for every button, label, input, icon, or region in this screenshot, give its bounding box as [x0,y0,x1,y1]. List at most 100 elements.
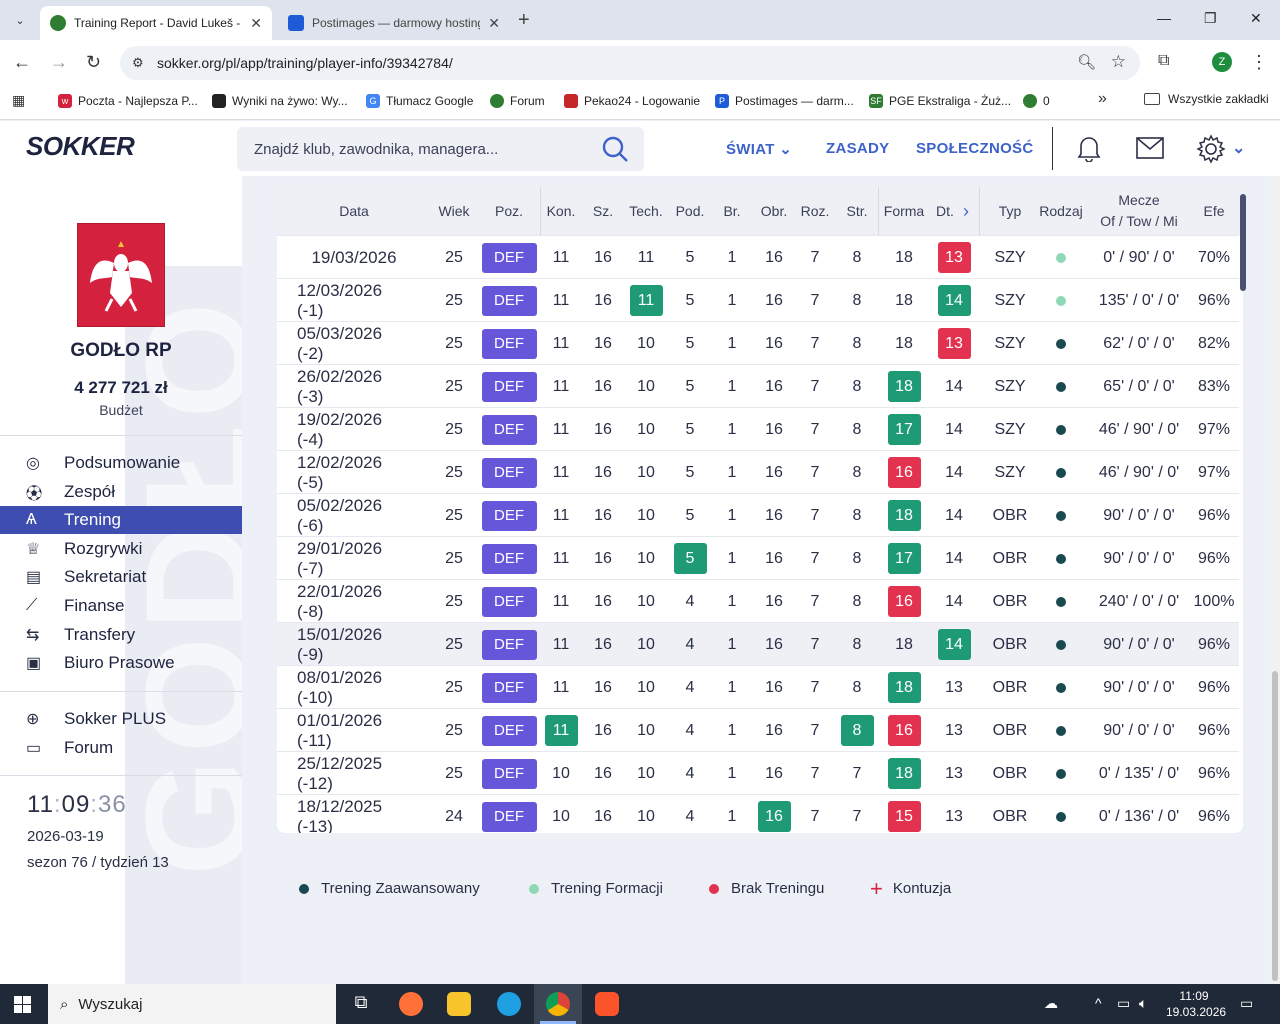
nav-spolecznosc[interactable]: SPOŁECZNOŚĆ [916,140,1033,157]
cell-kon: 11 [552,506,570,524]
back-icon[interactable]: ← [13,52,31,72]
taskbar-clock[interactable]: 11:09 19.03.2026 [1166,988,1226,1020]
sidebar-item-zespol[interactable]: ⚽︎ Zespół [0,478,242,506]
gear-icon[interactable] [1196,134,1226,164]
mail-icon[interactable] [1136,137,1164,159]
close-tab-icon[interactable]: ✕ [250,15,262,32]
close-tab-icon[interactable]: ✕ [488,15,500,32]
col-header-date[interactable]: Data [314,187,394,235]
notifications-icon[interactable]: ▭ [1240,995,1253,1012]
edge-icon[interactable] [497,992,521,1016]
task-view-icon[interactable]: ⧉ [349,992,373,1016]
col-header-forma[interactable]: Forma [879,187,929,235]
table-row[interactable]: 05/03/2026 (-2) 25 DEF 11 16 10 5 1 16 7 8 18 13 SZY 6… [277,321,1239,364]
new-tab-button[interactable]: + [518,10,530,30]
extensions-icon[interactable]: ⧉ [1158,52,1169,70]
club-crest[interactable] [77,223,165,327]
table-row[interactable]: 08/01/2026 (-10) 25 DEF 11 16 10 4 1 16 7 8 18 13 OBR… [277,665,1239,708]
bookmark-item[interactable]: G Tłumacz Google [366,92,473,110]
table-row[interactable]: 15/01/2026 (-9) 25 DEF 11 16 10 4 1 16 7 8 18 14 OBR 9… [277,622,1239,665]
col-header-roz[interactable]: Roz. [795,187,835,235]
bookmark-item[interactable]: SF PGE Ekstraliga - Żuż... [869,92,1011,110]
table-row[interactable]: 19/03/2026 25 DEF 11 16 11 5 1 16 7 8 18 13 SZY 0' / 9… [277,235,1239,278]
site-search-input[interactable]: Znajdź klub, zawodnika, managera... [237,127,644,171]
nav-swiat[interactable]: ŚWIAT ⌄ [726,140,792,158]
col-header-age[interactable]: Wiek [429,187,479,235]
tab-postimages[interactable]: Postimages — darmowy hosting ✕ [278,6,510,40]
sidebar-item-finanse[interactable]: ⟋ Finanse [0,592,242,620]
sidebar-item-transfery[interactable]: ⇆ Transfery [0,621,242,649]
page-scrollbar-thumb[interactable] [1272,671,1278,981]
bookmark-item[interactable]: Pekao24 - Logowanie [564,92,700,110]
col-header-pod[interactable]: Pod. [669,187,711,235]
col-header-mecze[interactable]: Mecze Of / Tow / Mi [1089,187,1189,235]
volume-icon[interactable]: 🔈︎ [1139,995,1147,1012]
bookmark-item[interactable]: 0 [1023,92,1050,110]
tray-chevron-icon[interactable]: ^ [1095,995,1102,1011]
sidebar-item-rozgrywki[interactable]: ♕ Rozgrywki [0,535,242,563]
profile-avatar[interactable]: Z [1212,52,1232,72]
table-row[interactable]: 19/02/2026 (-4) 25 DEF 11 16 10 5 1 16 7 8 17 14 SZY 4… [277,407,1239,450]
table-row[interactable]: 05/02/2026 (-6) 25 DEF 11 16 10 5 1 16 7 8 18 14 OBR 9… [277,493,1239,536]
table-row[interactable]: 29/01/2026 (-7) 25 DEF 11 16 10 5 1 16 7 8 17 14 OBR 9… [277,536,1239,579]
sidebar-item-forum[interactable]: ▭ Forum [0,734,242,762]
file-explorer-icon[interactable] [447,992,471,1016]
table-row[interactable]: 18/12/2025 (-13) 24 DEF 10 16 10 4 1 16 7 7 15 13 OBR… [277,794,1239,833]
tab-search-icon[interactable]: ⌄ [8,8,32,32]
table-row[interactable]: 26/02/2026 (-3) 25 DEF 11 16 10 5 1 16 7 8 18 14 SZY 6… [277,364,1239,407]
zoom-icon[interactable]: 🔍︎ [1077,53,1096,71]
browser-menu-icon[interactable]: ⋮ [1250,52,1268,73]
col-header-kon[interactable]: Kon. [541,187,581,235]
col-header-str[interactable]: Str. [837,187,877,235]
col-header-typ[interactable]: Typ [987,187,1033,235]
sokker-logo[interactable]: SOKKER [26,131,135,162]
table-row[interactable]: 01/01/2026 (-11) 25 DEF 11 16 10 4 1 16 7 8 16 13 OBR… [277,708,1239,751]
bookmark-item[interactable]: w Poczta - Najlepsza P... [58,92,198,110]
sidebar-item-biuro-prasowe[interactable]: ▣ Biuro Prasowe [0,649,242,677]
firefox-icon[interactable] [399,992,423,1016]
forward-icon[interactable]: → [50,52,68,72]
col-header-tech[interactable]: Tech. [623,187,669,235]
col-header-efe[interactable]: Efe [1191,187,1237,235]
bookmark-item[interactable]: P Postimages — darm... [715,92,854,110]
maximize-icon[interactable]: ❐ [1204,10,1217,27]
col-header-pos[interactable]: Poz. [481,187,537,235]
brave-icon[interactable] [595,992,619,1016]
col-header-obr[interactable]: Obr. [753,187,795,235]
bookmark-item[interactable]: Forum [490,92,545,110]
sidebar-item-sekretariat[interactable]: ▤ Sekretariat [0,563,242,591]
close-window-icon[interactable]: ✕ [1250,10,1262,27]
all-bookmarks-button[interactable]: Wszystkie zakładki [1144,92,1269,106]
minimize-icon[interactable]: — [1157,10,1171,26]
tab-training-report[interactable]: Training Report - David Lukeš - ✕ [40,6,272,40]
bookmark-star-icon[interactable]: ☆ [1111,52,1126,72]
table-row[interactable]: 12/02/2026 (-5) 25 DEF 11 16 10 5 1 16 7 8 16 14 SZY 4… [277,450,1239,493]
reload-icon[interactable]: ↻ [86,52,101,72]
more-bookmarks-icon[interactable]: » [1098,90,1107,108]
col-header-br[interactable]: Br. [711,187,753,235]
network-icon[interactable]: ▭ [1117,995,1130,1012]
weather-icon[interactable]: ☁ [1044,995,1058,1012]
col-header-sz[interactable]: Sz. [583,187,623,235]
table-row[interactable]: 25/12/2025 (-12) 25 DEF 10 16 10 4 1 16 7 7 18 13 OBR… [277,751,1239,794]
address-bar[interactable]: ⚙ sokker.org/pl/app/training/player-info… [120,46,1140,80]
table-row[interactable]: 12/03/2026 (-1) 25 DEF 11 16 11 5 1 16 7 8 18 14 SZY 1… [277,278,1239,321]
sidebar-item-podsumowanie[interactable]: ◎ Podsumowanie [0,449,242,477]
search-icon[interactable] [600,134,630,164]
apps-grid-icon[interactable]: ▦ [12,92,25,109]
col-header-dt[interactable]: Dt. [931,187,959,235]
nav-zasady[interactable]: ZASADY [826,140,889,157]
sidebar-item-trening[interactable]: Ѧ Trening [0,506,242,534]
windows-start-icon[interactable] [14,996,31,1013]
sidebar-item-sokker-plus[interactable]: ⊕ Sokker PLUS [0,705,242,733]
chevron-right-icon[interactable]: › [958,187,974,235]
bell-icon[interactable] [1076,134,1102,162]
bookmark-item[interactable]: Wyniki na żywo: Wy... [212,92,348,110]
site-info-icon[interactable]: ⚙ [132,55,144,71]
table-row[interactable]: 22/01/2026 (-8) 25 DEF 11 16 10 4 1 16 7 8 16 14 OBR 2… [277,579,1239,622]
page-scrollbar[interactable] [1270,176,1280,984]
table-scrollbar-thumb[interactable] [1240,194,1246,291]
taskbar-search[interactable]: ⌕ Wyszukaj [48,984,336,1024]
col-header-rodzaj[interactable]: Rodzaj [1034,187,1088,235]
settings-chevron-icon[interactable]: ⌄ [1232,138,1246,158]
